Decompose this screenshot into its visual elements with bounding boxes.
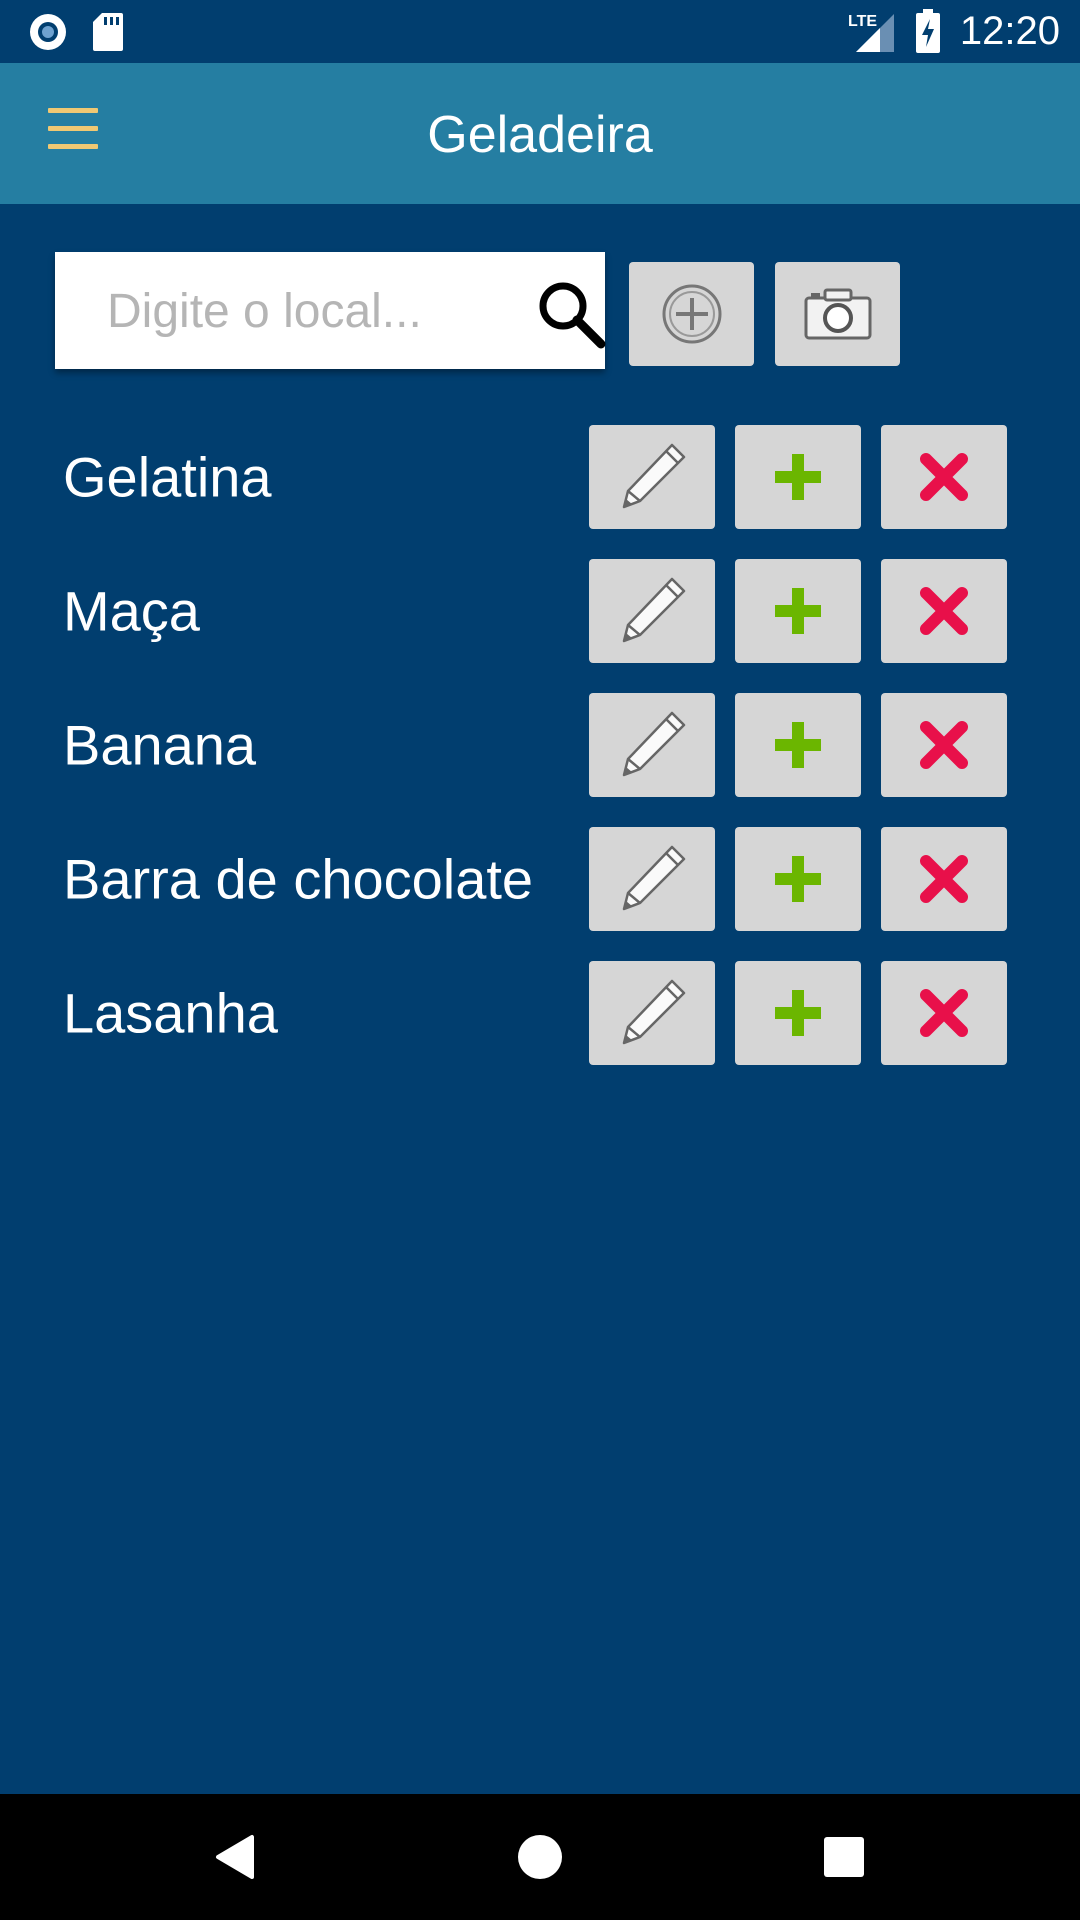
- list-item: Barra de chocolate: [0, 827, 1080, 931]
- home-icon[interactable]: [510, 1827, 570, 1887]
- delete-button[interactable]: [881, 961, 1007, 1065]
- add-circle-icon: [662, 284, 721, 344]
- green-plus-icon: [775, 454, 821, 500]
- sd-card-icon: [93, 13, 123, 51]
- item-label: Banana: [63, 713, 257, 777]
- record-icon: [30, 14, 66, 50]
- recents-icon[interactable]: [814, 1827, 874, 1887]
- green-plus-icon: [775, 856, 821, 902]
- item-label: Gelatina: [63, 445, 272, 509]
- pencil-icon: [622, 845, 686, 911]
- delete-button[interactable]: [881, 559, 1007, 663]
- search-icon[interactable]: [531, 274, 611, 354]
- list-item: Gelatina: [0, 425, 1080, 529]
- svg-text:LTE: LTE: [848, 13, 877, 30]
- list-item: Banana: [0, 693, 1080, 797]
- list-item: Maça: [0, 559, 1080, 663]
- item-label: Lasanha: [63, 981, 278, 1045]
- red-x-icon: [920, 989, 968, 1037]
- green-plus-icon: [775, 990, 821, 1036]
- search-box: [55, 252, 606, 369]
- pencil-icon: [622, 711, 686, 777]
- camera-icon: [804, 288, 871, 340]
- lte-signal-icon: LTE: [848, 13, 894, 52]
- pencil-icon: [622, 979, 686, 1045]
- pencil-icon: [622, 577, 686, 643]
- item-label: Maça: [63, 579, 200, 643]
- page-title: Geladeira: [427, 106, 653, 164]
- delete-button[interactable]: [881, 827, 1007, 931]
- red-x-icon: [920, 453, 968, 501]
- add-location-button[interactable]: [629, 262, 754, 366]
- add-quantity-button[interactable]: [735, 425, 861, 529]
- edit-button[interactable]: [589, 425, 715, 529]
- app-bar: Geladeira: [0, 63, 1080, 204]
- add-quantity-button[interactable]: [735, 693, 861, 797]
- back-icon[interactable]: [206, 1827, 266, 1887]
- green-plus-icon: [775, 588, 821, 634]
- item-label: Barra de chocolate: [63, 847, 534, 911]
- red-x-icon: [920, 855, 968, 903]
- search-input[interactable]: [105, 280, 489, 342]
- delete-button[interactable]: [881, 425, 1007, 529]
- edit-button[interactable]: [589, 961, 715, 1065]
- edit-button[interactable]: [589, 827, 715, 931]
- red-x-icon: [920, 587, 968, 635]
- delete-button[interactable]: [881, 693, 1007, 797]
- camera-button[interactable]: [775, 262, 900, 366]
- add-quantity-button[interactable]: [735, 827, 861, 931]
- green-plus-icon: [775, 722, 821, 768]
- pencil-icon: [622, 443, 686, 509]
- status-time: 12:20: [959, 8, 1060, 53]
- status-bar: LTE 12:20: [0, 0, 1080, 63]
- edit-button[interactable]: [589, 693, 715, 797]
- battery-charging-icon: [915, 9, 940, 53]
- red-x-icon: [920, 721, 968, 769]
- add-quantity-button[interactable]: [735, 961, 861, 1065]
- list-item: Lasanha: [0, 961, 1080, 1065]
- navigation-bar: [0, 1794, 1080, 1920]
- edit-button[interactable]: [589, 559, 715, 663]
- add-quantity-button[interactable]: [735, 559, 861, 663]
